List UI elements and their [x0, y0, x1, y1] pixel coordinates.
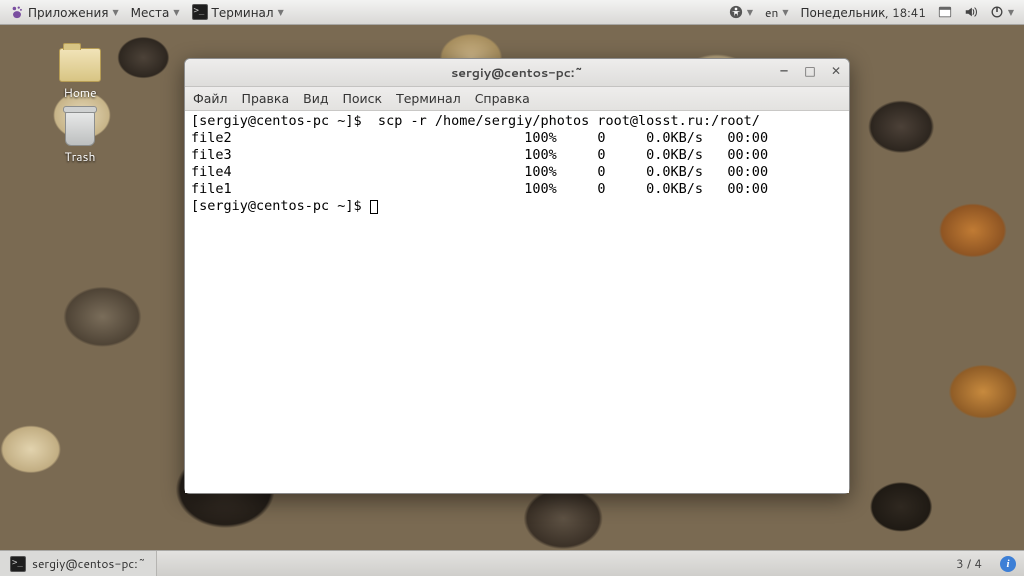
terminal-icon [192, 4, 208, 20]
menu-edit[interactable]: Правка [242, 90, 290, 108]
terminal-window: sergiy@centos-pc:~ – □ ✕ Файл Правка Вид… [184, 58, 850, 494]
chevron-down-icon: ▼ [113, 6, 119, 18]
window-title: sergiy@centos-pc:~ [451, 64, 583, 82]
taskbar-item-terminal[interactable]: sergiy@centos-pc:~ [0, 551, 157, 576]
chevron-down-icon: ▼ [278, 6, 284, 18]
volume-icon [964, 5, 978, 19]
window-menubar: Файл Правка Вид Поиск Терминал Справка [185, 87, 849, 111]
chevron-down-icon: ▼ [173, 6, 179, 18]
terminal-launcher[interactable]: Терминал ▼ [188, 0, 288, 24]
desktop-icon-trash[interactable]: Trash [40, 110, 120, 165]
clock[interactable]: Понедельник, 18:41 [797, 0, 930, 24]
calendar-applet[interactable] [934, 0, 956, 24]
volume-applet[interactable] [960, 0, 982, 24]
terminal-cursor [370, 200, 378, 214]
places-menu[interactable]: Места ▼ [127, 0, 184, 24]
info-badge-icon[interactable]: i [1000, 556, 1016, 572]
desktop-icon-home[interactable]: Home [40, 48, 120, 101]
desktop-icon-label: Home [40, 84, 120, 101]
chevron-down-icon: ▼ [782, 6, 788, 18]
top-panel: Приложения ▼ Места ▼ Терминал ▼ ▼ en ▼ П… [0, 0, 1024, 25]
places-label: Места [131, 4, 170, 21]
workspace-label: 3 / 4 [956, 555, 982, 572]
menu-file[interactable]: Файл [193, 90, 228, 108]
applications-label: Приложения [28, 4, 109, 21]
gnome-foot-icon [10, 5, 24, 19]
window-controls: – □ ✕ [777, 63, 843, 77]
trash-icon [65, 110, 95, 146]
chevron-down-icon: ▼ [1008, 6, 1014, 18]
power-applet[interactable]: ▼ [986, 0, 1018, 24]
menu-help[interactable]: Справка [475, 90, 530, 108]
window-titlebar[interactable]: sergiy@centos-pc:~ – □ ✕ [185, 59, 849, 87]
menu-view[interactable]: Вид [303, 90, 328, 108]
keyboard-layout-label: en [765, 4, 778, 21]
accessibility-icon [729, 5, 743, 19]
chevron-down-icon: ▼ [747, 6, 753, 18]
clock-label: Понедельник, 18:41 [801, 4, 926, 21]
power-icon [990, 5, 1004, 19]
desktop-icon-label: Trash [40, 148, 120, 165]
minimize-button[interactable]: – [777, 63, 791, 77]
menu-search[interactable]: Поиск [342, 90, 382, 108]
close-button[interactable]: ✕ [829, 63, 843, 77]
terminal-textarea[interactable]: [sergiy@centos-pc ~]$ scp -r /home/sergi… [185, 111, 849, 493]
applications-menu[interactable]: Приложения ▼ [6, 0, 123, 24]
keyboard-layout-indicator[interactable]: en ▼ [761, 0, 793, 24]
bottom-panel: sergiy@centos-pc:~ 3 / 4 i [0, 550, 1024, 576]
folder-icon [59, 48, 101, 82]
accessibility-menu[interactable]: ▼ [725, 0, 757, 24]
terminal-launcher-label: Терминал [212, 4, 274, 21]
menu-terminal[interactable]: Терминал [396, 90, 461, 108]
terminal-icon [10, 556, 26, 572]
taskbar-item-label: sergiy@centos-pc:~ [32, 555, 146, 572]
workspace-indicator[interactable]: 3 / 4 [946, 555, 992, 572]
maximize-button[interactable]: □ [803, 63, 817, 77]
calendar-icon [938, 5, 952, 19]
